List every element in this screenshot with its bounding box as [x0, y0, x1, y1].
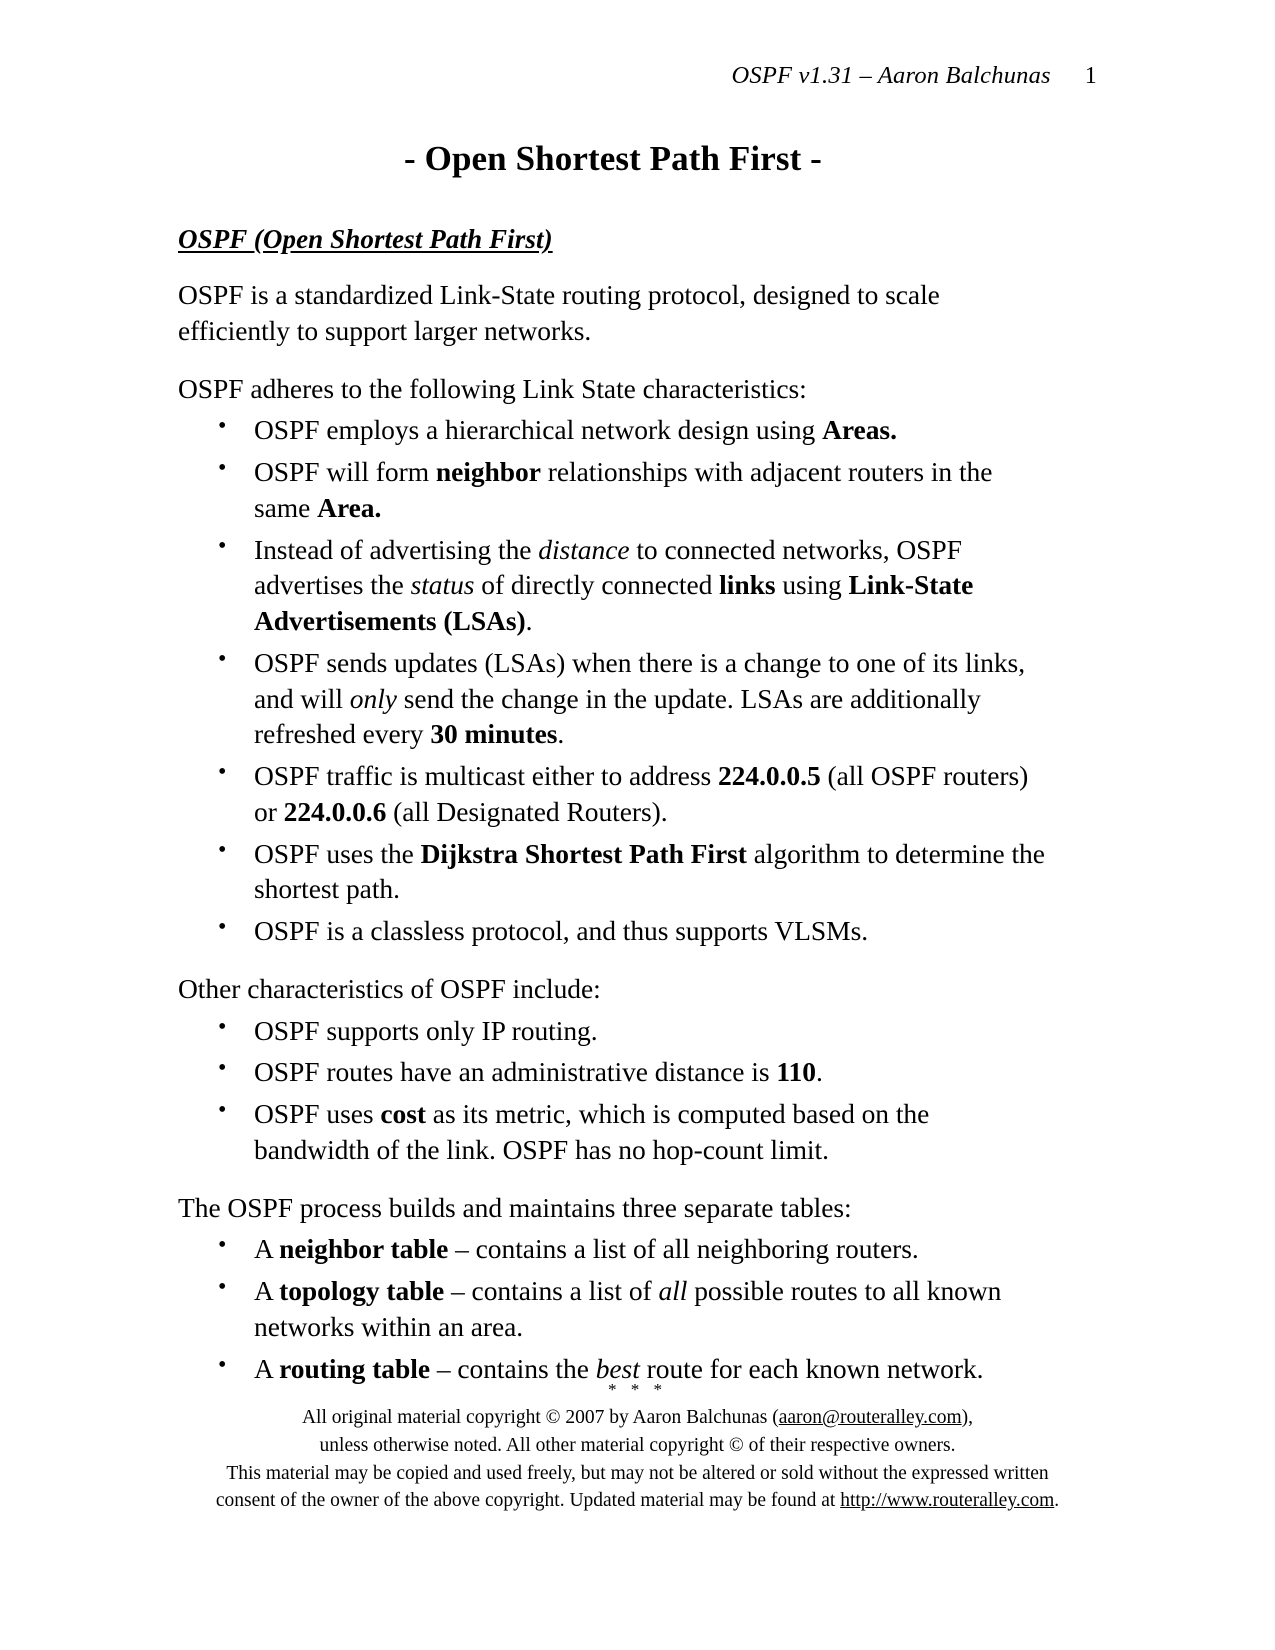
tables-bullet-list: A neighbor table – contains a list of al…: [178, 1230, 1048, 1386]
list-item-text: neighbor: [435, 456, 541, 487]
section-heading-ospf: OSPF (Open Shortest Path First): [178, 224, 553, 254]
website-link[interactable]: http://www.routeralley.com: [840, 1490, 1054, 1511]
list-item-text: of directly connected: [474, 569, 720, 601]
footer-terms-text-end: .: [1054, 1490, 1060, 1512]
list-item-text: cost: [380, 1098, 426, 1129]
list-item-text: A: [254, 1233, 280, 1265]
list-item-text: 110: [776, 1056, 816, 1088]
list-item-text: – contains a list of all neighboring rou…: [448, 1233, 919, 1265]
list-item-text: Areas.: [822, 414, 897, 446]
email-link[interactable]: aaron@routeralley.com: [779, 1407, 962, 1428]
list-item-text: OSPF will form: [254, 456, 436, 487]
list-item-text: OSPF uses the: [254, 837, 421, 869]
list-item-text: OSPF supports only IP routing.: [254, 1014, 598, 1046]
list-item-text: A: [254, 1275, 280, 1306]
list-item-text: OSPF employs a hierarchical network desi…: [254, 414, 823, 446]
document-content: - Open Shortest Path First - OSPF (Open …: [178, 128, 1048, 1386]
list-item-text: OSPF uses: [254, 1098, 381, 1129]
page-title: - Open Shortest Path First -: [404, 139, 822, 178]
list-item-text: – contains a list of: [444, 1275, 659, 1306]
list-item-text: Instead of advertising the: [254, 533, 539, 565]
list-item: A topology table – contains a list of al…: [178, 1272, 1048, 1345]
list-item: OSPF routes have an administrative dista…: [178, 1053, 1048, 1090]
page-number: 1: [1084, 63, 1097, 89]
footer-copyright-text: All original material copyright © 2007 b…: [301, 1407, 779, 1429]
list-item: OSPF supports only IP routing.: [178, 1012, 1048, 1049]
list-item-text: neighbor table: [279, 1233, 449, 1265]
other-characteristics-bullet-list: OSPF supports only IP routing. OSPF route…: [178, 1012, 1048, 1168]
footer-copyright-line: All original material copyright © 2007 b…: [0, 1404, 1275, 1432]
list-item-text: all: [658, 1275, 688, 1306]
list-item-text: 224.0.0.6: [283, 795, 387, 827]
list-item-text: 224.0.0.5: [717, 760, 821, 791]
list-item-text: OSPF traffic is multicast either to addr…: [254, 760, 718, 791]
link-state-lead: OSPF adheres to the following Link State…: [178, 372, 807, 404]
list-item: OSPF uses cost as its metric, which is c…: [178, 1095, 1048, 1168]
list-item-text: Dijkstra Shortest Path First: [420, 837, 747, 869]
footer-terms-line-1: This material may be copied and used fre…: [226, 1462, 1049, 1484]
running-head-text: OSPF v1.31 – Aaron Balchunas: [731, 62, 1051, 89]
running-header: OSPF v1.31 – Aaron Balchunas 1: [731, 62, 1097, 90]
list-item-text: .: [525, 605, 533, 636]
list-item-text: .: [815, 1056, 823, 1088]
list-item: OSPF uses the Dijkstra Shortest Path Fir…: [178, 835, 1048, 908]
intro-paragraph: OSPF is a standardized Link-State routin…: [178, 279, 940, 346]
document-page: OSPF v1.31 – Aaron Balchunas 1 - Open Sho…: [0, 0, 1275, 1650]
list-item-text: OSPF routes have an administrative dista…: [254, 1056, 777, 1088]
list-item-text: topology table: [279, 1275, 445, 1306]
page-footer: * * * All original material copyright © …: [0, 1378, 1275, 1515]
other-characteristics-lead: Other characteristics of OSPF include:: [178, 972, 601, 1004]
list-item: OSPF employs a hierarchical network desi…: [178, 411, 1048, 448]
footer-copyright-text-end: ),: [961, 1407, 974, 1429]
list-item-text: OSPF is a classless protocol, and thus s…: [254, 915, 869, 946]
list-item-text: (all Designated Routers).: [386, 795, 668, 827]
footer-terms-line-2: consent of the owner of the above copyri…: [0, 1487, 1275, 1515]
list-item: OSPF sends updates (LSAs) when there is …: [178, 644, 1048, 752]
list-item-text: only: [349, 682, 397, 714]
list-item: OSPF traffic is multicast either to addr…: [178, 757, 1048, 830]
list-item: A neighbor table – contains a list of al…: [178, 1230, 1048, 1267]
footer-notice-line: unless otherwise noted. All other materi…: [319, 1434, 956, 1456]
footer-terms-text: consent of the owner of the above copyri…: [215, 1490, 841, 1512]
list-item-text: links: [719, 569, 776, 601]
list-item-text: 30 minutes: [430, 718, 558, 750]
list-item-text: Area.: [317, 491, 382, 523]
link-state-bullet-list: OSPF employs a hierarchical network desi…: [178, 411, 1048, 949]
list-item-text: distance: [538, 533, 630, 565]
list-item-text: status: [410, 569, 475, 601]
list-item-text: .: [557, 718, 565, 750]
footer-separator: * * *: [608, 1380, 667, 1399]
list-item: OSPF will form neighbor relationships wi…: [178, 453, 1048, 526]
list-item: OSPF is a classless protocol, and thus s…: [178, 912, 1048, 949]
list-item-text: using: [775, 569, 849, 601]
tables-section-lead: The OSPF process builds and maintains th…: [178, 1191, 852, 1223]
list-item: Instead of advertising the distance to c…: [178, 530, 1048, 639]
